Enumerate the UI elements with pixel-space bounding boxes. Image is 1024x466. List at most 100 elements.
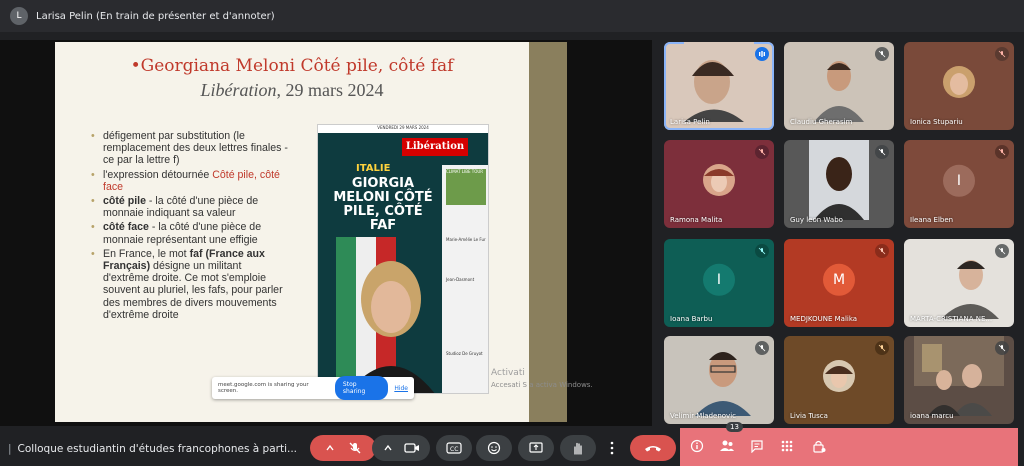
mic-off-icon (875, 47, 889, 61)
emoji-reaction-button[interactable] (476, 435, 512, 461)
chevron-up-icon[interactable] (324, 442, 336, 454)
side-panel-controls (680, 428, 1018, 466)
participant-name: Guy leon Wabo (790, 216, 843, 224)
chat-button[interactable] (748, 437, 766, 455)
bullet-item: côté face - la côté d'une pièce de monna… (89, 221, 289, 245)
info-icon[interactable] (690, 439, 704, 453)
people-button[interactable] (718, 437, 736, 455)
raise-hand-icon[interactable] (571, 441, 585, 455)
participant-video (941, 259, 999, 319)
cover-sidebar: CLIMAT LIBE TOUR Marie-Amélie Le Fur Jea… (442, 165, 488, 393)
bullet-item: l'expression détournée Côté pile, côté f… (89, 169, 289, 193)
newspaper-cover: VENDREDI 29 MARS 2024 Libération ITALIE … (317, 124, 489, 394)
activate-windows-watermark: Activati (491, 368, 525, 378)
video-camera-icon[interactable] (404, 442, 420, 454)
captions-button[interactable]: CC (436, 435, 472, 461)
mic-off-icon (755, 145, 769, 159)
apps-grid-icon[interactable] (780, 439, 794, 453)
slide-title: •Georgiana Meloni Côté pile, côté faf (130, 56, 454, 76)
meeting-info-button[interactable] (688, 437, 706, 455)
participant-name: ioana marcu (910, 412, 954, 420)
mic-off-icon (755, 341, 769, 355)
participant-video (809, 140, 869, 220)
cover-kicker: ITALIE (356, 163, 391, 174)
liberation-logo: Libération (402, 138, 468, 156)
participant-tile[interactable]: I Ileana Elben (904, 140, 1014, 228)
cover-headline: GIORGIA MELONI CÔTÉ PILE, CÔTÉ FAF (333, 176, 433, 233)
end-call-icon[interactable] (644, 443, 662, 453)
share-message: meet.google.com is sharing your screen. (218, 382, 309, 394)
mic-off-icon (875, 341, 889, 355)
participant-initial: I (703, 263, 735, 296)
portrait-image (336, 237, 435, 393)
hide-link[interactable]: Hide (394, 385, 408, 392)
slide-subtitle: Libération, 29 mars 2024 (200, 80, 384, 100)
mic-off-icon (995, 341, 1009, 355)
participant-name: Ioana Barbu (670, 315, 713, 323)
participant-tile[interactable]: Ionica Stupariu (904, 42, 1014, 130)
mic-off-icon (755, 244, 769, 258)
participant-video (684, 42, 754, 122)
mic-off-icon (995, 244, 1009, 258)
mic-off-icon (995, 47, 1009, 61)
participant-tile[interactable]: M MEDJKOUNE Malika (784, 239, 894, 327)
microphone-control[interactable] (310, 435, 376, 461)
participant-video (814, 60, 864, 122)
raise-hand-button[interactable] (560, 435, 596, 461)
presenter-text: Larisa Pelin (En train de présenter et d… (36, 10, 275, 22)
present-screen-button[interactable] (518, 435, 554, 461)
participant-tile[interactable]: ioana marcu (904, 336, 1014, 424)
participant-name: Ionica Stupariu (910, 118, 963, 126)
participant-tile[interactable]: Ramona Malita (664, 140, 774, 228)
slide-decor-band (529, 42, 567, 422)
present-screen-icon[interactable] (529, 441, 543, 455)
chat-icon[interactable] (750, 439, 764, 453)
participant-tile[interactable]: MARTA-CRISTIANA NE... (904, 239, 1014, 327)
participant-name: MARTA-CRISTIANA NE... (910, 315, 993, 323)
participant-name: MEDJKOUNE Malika (790, 315, 858, 323)
participant-name: Velimir Mladenovic (670, 412, 736, 420)
mic-off-icon[interactable] (348, 441, 362, 455)
side-item: CLIMAT LIBE TOUR (446, 169, 486, 205)
lock-person-icon[interactable] (812, 439, 826, 453)
activities-button[interactable] (778, 437, 796, 455)
side-item: Studioz De Gruyot (446, 351, 483, 356)
mic-off-icon (995, 145, 1009, 159)
closed-captions-icon[interactable]: CC (446, 442, 462, 454)
participant-tile[interactable]: Livia Tusca (784, 336, 894, 424)
participant-initial: M (823, 263, 855, 296)
shared-slide: •Georgiana Meloni Côté pile, côté faf Li… (55, 42, 529, 422)
people-icon[interactable] (719, 439, 735, 453)
participant-tile[interactable]: Larisa Pelin (664, 42, 774, 130)
activate-windows-subtext: Accesati S a activa Windows. (491, 381, 593, 389)
participant-count-badge: 13 (726, 422, 743, 432)
side-item: Marie-Amélie Le Fur (446, 237, 486, 242)
presenter-indicator[interactable]: L Larisa Pelin (En train de présenter et… (10, 7, 275, 25)
more-vertical-icon[interactable] (610, 441, 614, 455)
top-bar: L Larisa Pelin (En train de présenter et… (0, 0, 1024, 32)
participant-avatar (703, 163, 735, 196)
participant-tile[interactable]: Claudiu Gherasim (784, 42, 894, 130)
host-controls-button[interactable] (810, 437, 828, 455)
presentation-stage: •Georgiana Meloni Côté pile, côté faf Li… (0, 40, 652, 426)
participant-avatar (823, 359, 855, 392)
camera-control[interactable] (372, 435, 430, 461)
participant-name: Livia Tusca (790, 412, 828, 420)
bullet-item: défigement par substitution (le remplace… (89, 130, 289, 167)
participant-name: Claudiu Gherasim (790, 118, 853, 126)
chevron-up-icon[interactable] (382, 442, 394, 454)
bullet-item: côté pile - la côté d'une pièce de monna… (89, 195, 289, 219)
participant-video (695, 351, 751, 416)
participant-name: Larisa Pelin (670, 118, 710, 126)
participant-tile[interactable]: Velimir Mladenovic (664, 336, 774, 424)
speaking-icon (755, 47, 769, 61)
participant-name: Ramona Malita (670, 216, 723, 224)
svg-text:CC: CC (450, 446, 458, 453)
more-options-button[interactable] (602, 435, 622, 461)
mic-off-icon (875, 244, 889, 258)
participant-tile[interactable]: Guy leon Wabo (784, 140, 894, 228)
leave-call-button[interactable] (630, 435, 676, 461)
emoji-icon[interactable] (487, 441, 501, 455)
stop-sharing-button[interactable]: Stop sharing (334, 376, 389, 400)
participant-tile[interactable]: I Ioana Barbu (664, 239, 774, 327)
